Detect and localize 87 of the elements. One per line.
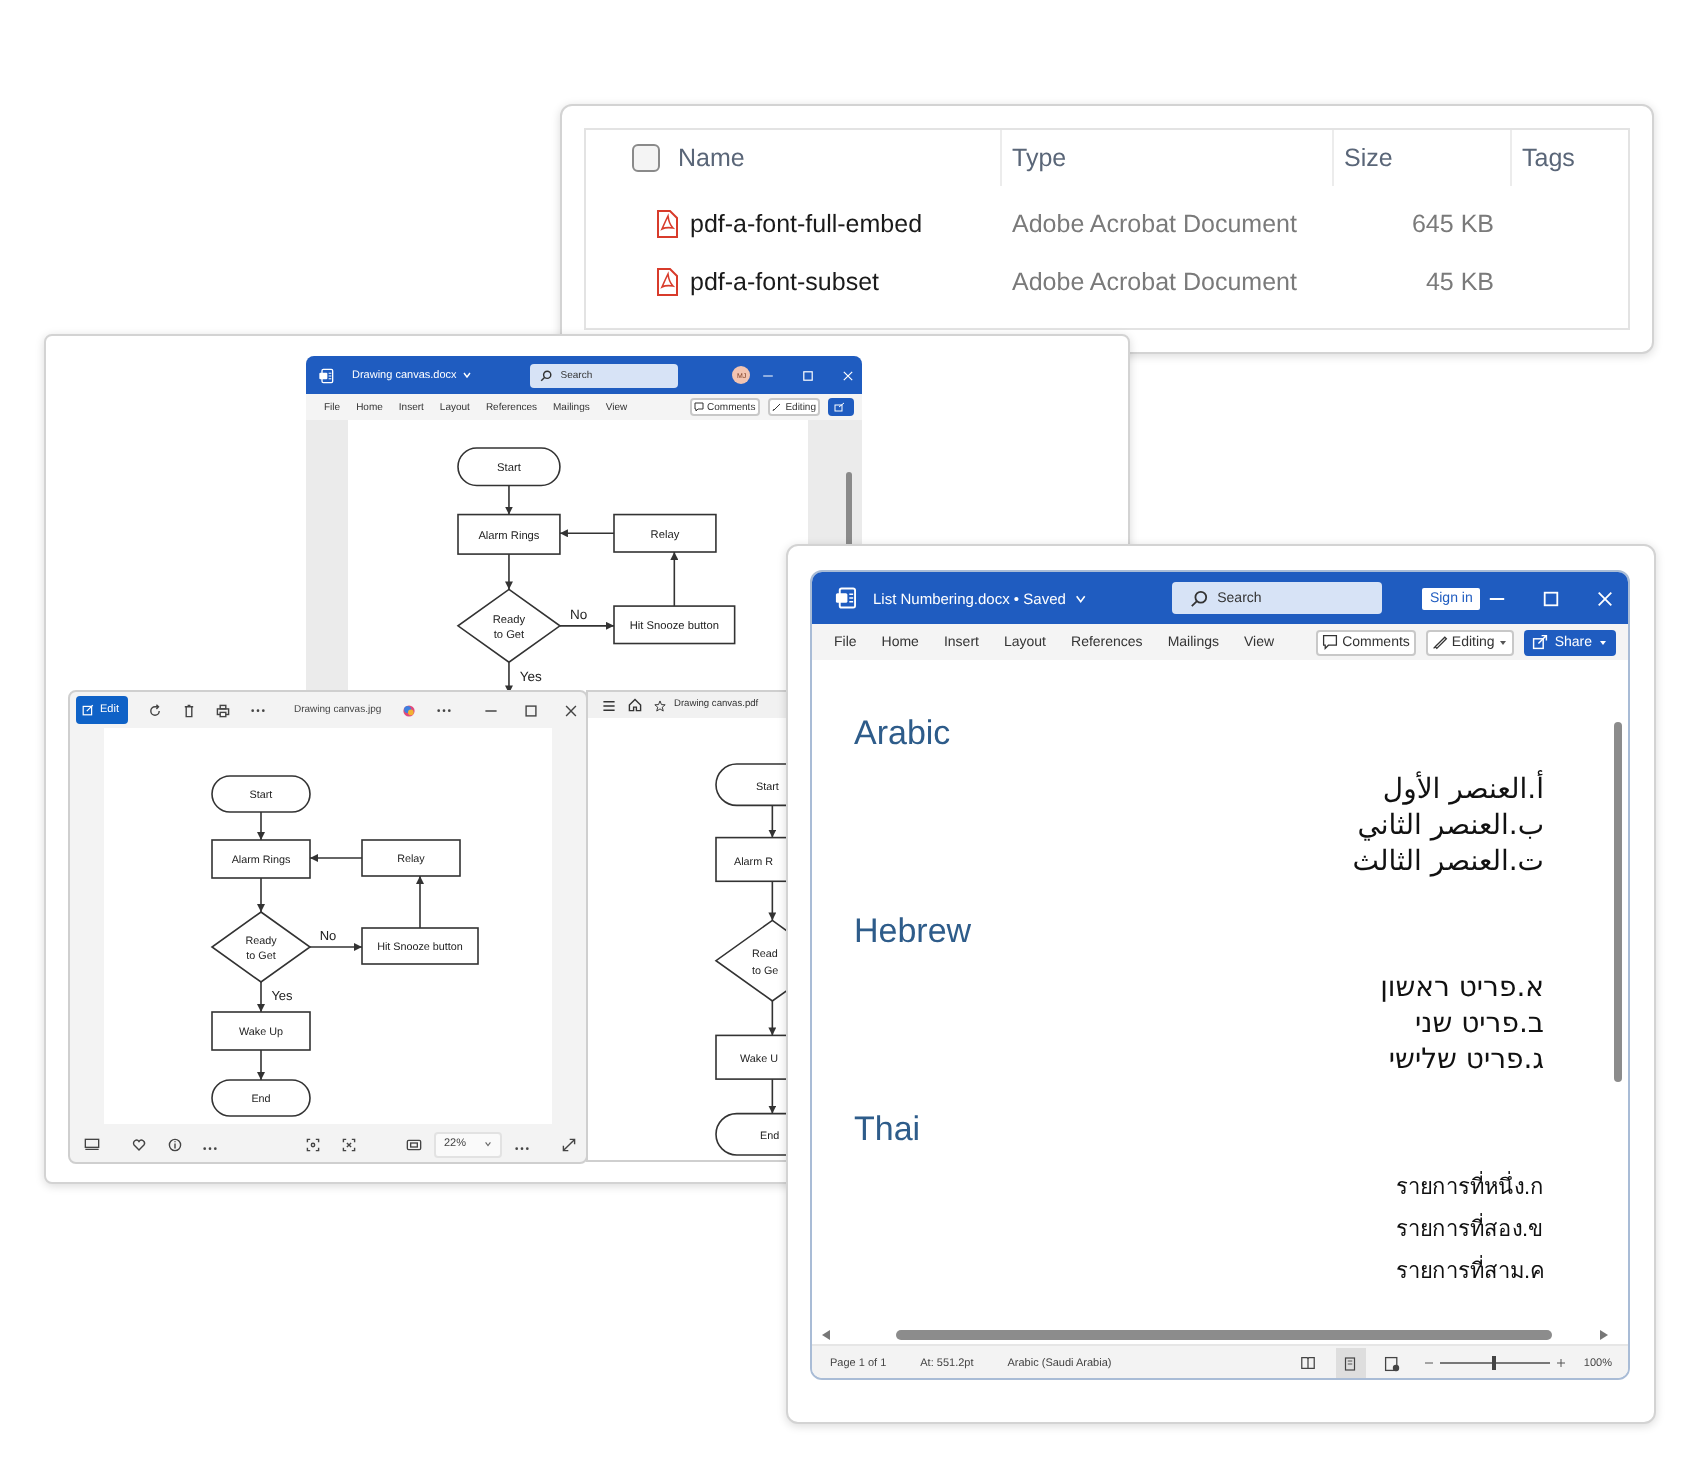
connector-arrow xyxy=(768,1000,777,1037)
list-item: א.פריט ראשון xyxy=(1380,970,1544,1006)
sparkle-app-icon[interactable] xyxy=(401,703,416,717)
rotate-icon[interactable] xyxy=(148,703,162,717)
connector-arrow xyxy=(309,854,363,862)
menu-icon[interactable] xyxy=(602,699,616,711)
pencil-icon xyxy=(1431,634,1448,650)
more-icon[interactable] xyxy=(250,707,266,713)
chevron-icon[interactable] xyxy=(1073,591,1088,605)
section-heading: Hebrew xyxy=(854,912,974,950)
connector-arrow xyxy=(670,551,679,607)
web-page-icon xyxy=(1384,1355,1401,1371)
connector-arrow xyxy=(257,811,265,841)
list-item: ب.العنصر الثاني xyxy=(1357,808,1544,844)
share-button[interactable] xyxy=(828,398,854,416)
connector-arrow xyxy=(309,943,363,951)
comment-icon xyxy=(1322,634,1339,650)
share-icon xyxy=(1532,634,1549,650)
connector-arrow xyxy=(559,529,615,538)
zoom-in-icon[interactable] xyxy=(1555,1358,1566,1368)
document-app-icon xyxy=(318,367,334,383)
connector-arrow xyxy=(257,877,265,913)
list-item: รายการที่หนึ่ง.ก xyxy=(1395,1168,1544,1210)
list-item: أ.العنصر الأول xyxy=(1382,772,1544,808)
print-icon[interactable] xyxy=(216,703,230,717)
page-icon xyxy=(1344,1355,1357,1371)
print-layout-button[interactable] xyxy=(1335,1348,1366,1378)
column-header[interactable]: Tags xyxy=(1522,144,1575,172)
connector-arrow xyxy=(559,621,615,630)
scroll-right-icon[interactable] xyxy=(1600,1329,1608,1339)
share-icon xyxy=(834,402,846,412)
home-icon[interactable] xyxy=(628,698,642,712)
pencil-icon xyxy=(771,402,782,412)
chevron-icon xyxy=(484,1140,493,1148)
close-icon[interactable] xyxy=(564,703,578,717)
minimize-icon[interactable] xyxy=(762,369,774,381)
file-name[interactable]: pdf-a-font-subset xyxy=(690,267,879,295)
connector-arrow xyxy=(768,880,777,922)
list-item: ت.العنصر الثالث xyxy=(1352,844,1544,880)
document-app-icon xyxy=(834,586,857,610)
file-size: 645 KB xyxy=(1411,209,1494,237)
pdf-file-icon xyxy=(656,267,678,295)
search-icon xyxy=(540,369,553,381)
select-all-checkbox[interactable] xyxy=(632,144,660,172)
column-header[interactable]: Type xyxy=(1012,144,1067,172)
heart-icon[interactable] xyxy=(132,1137,146,1151)
list-item: รายการที่สาม.ค xyxy=(1395,1252,1544,1294)
more-icon[interactable] xyxy=(435,707,452,713)
book-icon xyxy=(1300,1356,1317,1370)
filmstrip-icon[interactable] xyxy=(84,1138,100,1150)
delete-icon[interactable] xyxy=(182,703,196,717)
caret-icon xyxy=(1498,637,1509,647)
file-name[interactable]: pdf-a-font-full-embed xyxy=(690,209,923,237)
more-icon[interactable] xyxy=(202,1146,218,1152)
more-icon[interactable] xyxy=(514,1146,531,1152)
caret-icon xyxy=(1598,637,1608,647)
column-header[interactable]: Size xyxy=(1344,144,1393,172)
search-icon xyxy=(1189,589,1208,607)
file-size: 45 KB xyxy=(1425,267,1494,295)
list-item: ג.פריט שלישי xyxy=(1388,1042,1544,1078)
column-header[interactable]: Name xyxy=(678,144,745,172)
connector-arrow xyxy=(257,981,265,1013)
connector-arrow xyxy=(416,875,424,929)
pdf-file-icon xyxy=(656,209,678,237)
connector-arrow xyxy=(504,661,513,690)
connector-arrow xyxy=(504,484,513,516)
star-icon[interactable] xyxy=(654,699,666,711)
comment-icon xyxy=(693,402,704,412)
section-heading: Arabic xyxy=(854,714,953,752)
file-type: Adobe Acrobat Document xyxy=(1012,267,1297,295)
focus-icon[interactable] xyxy=(306,1137,320,1151)
fit-screen-icon[interactable] xyxy=(406,1137,422,1151)
connector-arrow xyxy=(257,1049,265,1081)
list-item: ב.פריט שני xyxy=(1414,1006,1544,1042)
connector-arrow xyxy=(768,1078,777,1115)
chevron-icon[interactable] xyxy=(462,370,473,380)
scroll-left-icon[interactable] xyxy=(822,1329,830,1339)
connector-arrow xyxy=(768,804,777,839)
section-heading: Thai xyxy=(854,1110,923,1148)
info-icon[interactable] xyxy=(168,1137,182,1151)
connector-arrow xyxy=(504,553,513,591)
file-type: Adobe Acrobat Document xyxy=(1012,209,1297,237)
maximize-icon[interactable] xyxy=(524,703,538,717)
expand-icon[interactable] xyxy=(562,1137,577,1151)
select-area-icon[interactable] xyxy=(342,1137,356,1151)
edit-icon xyxy=(82,704,94,716)
list-item: รายการที่สอง.ข xyxy=(1395,1210,1544,1252)
